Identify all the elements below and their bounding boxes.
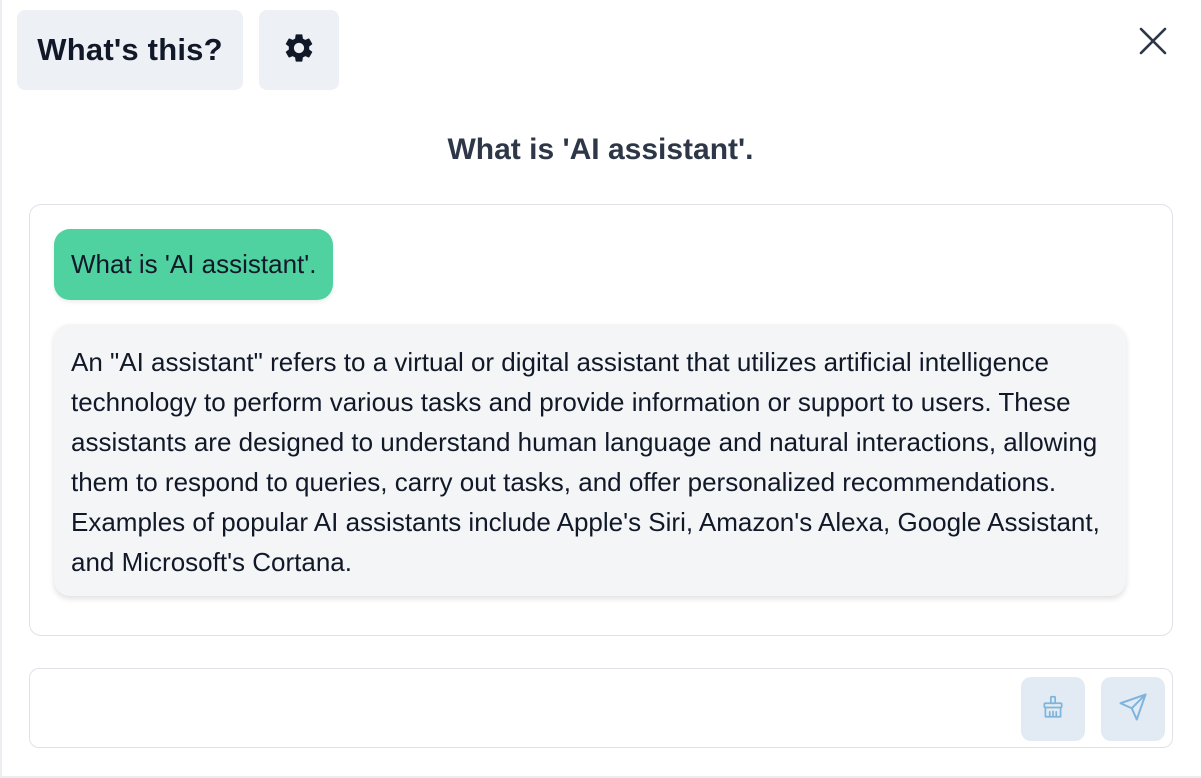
panel-left-edge — [0, 0, 2, 778]
close-icon — [1138, 26, 1168, 61]
send-button[interactable] — [1101, 677, 1165, 741]
message-input[interactable] — [42, 677, 1006, 741]
message-composer — [29, 668, 1173, 748]
chat-history[interactable]: What is 'AI assistant'. An "AI assistant… — [29, 204, 1173, 636]
whats-this-panel: What's this? What is 'AI assistant'. Wha… — [0, 0, 1201, 778]
send-icon — [1118, 692, 1148, 727]
clear-chat-button[interactable] — [1021, 677, 1085, 741]
whats-this-label: What's this? — [37, 32, 223, 67]
gear-icon — [282, 31, 316, 70]
whats-this-button[interactable]: What's this? — [17, 10, 243, 90]
user-message: What is 'AI assistant'. — [54, 229, 334, 300]
page-title: What is 'AI assistant'. — [447, 133, 754, 166]
settings-button[interactable] — [259, 10, 339, 90]
close-button[interactable] — [1134, 24, 1172, 62]
assistant-message: An "AI assistant" refers to a virtual or… — [54, 324, 1126, 596]
broom-icon — [1040, 694, 1066, 725]
